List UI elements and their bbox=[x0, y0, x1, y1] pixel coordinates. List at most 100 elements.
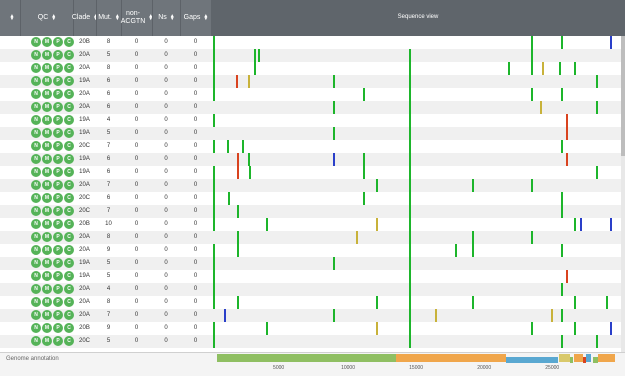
table-row[interactable]: N M P C 19A 6 0 0 0 bbox=[0, 153, 625, 166]
mutation-marker[interactable] bbox=[508, 62, 511, 75]
mutation-marker[interactable] bbox=[332, 75, 335, 88]
qc-badge[interactable]: P bbox=[53, 193, 63, 203]
qc-badge[interactable]: P bbox=[53, 284, 63, 294]
mutation-marker[interactable] bbox=[248, 153, 251, 166]
table-row[interactable]: N M P C 20A 6 0 0 0 bbox=[0, 101, 625, 114]
qc-badge[interactable]: N bbox=[31, 245, 41, 255]
qc-badge[interactable]: P bbox=[53, 297, 63, 307]
qc-badge[interactable]: M bbox=[42, 284, 52, 294]
gene-block[interactable] bbox=[597, 354, 615, 362]
mutation-marker[interactable] bbox=[213, 296, 215, 309]
mutation-marker[interactable] bbox=[213, 62, 215, 75]
mutation-marker[interactable] bbox=[596, 75, 599, 88]
qc-badge[interactable]: M bbox=[42, 323, 52, 333]
mutation-marker[interactable] bbox=[531, 322, 534, 335]
table-row[interactable]: N M P C 19A 5 0 0 0 bbox=[0, 257, 625, 270]
qc-badges[interactable]: NMPC bbox=[31, 219, 74, 229]
qc-badge[interactable]: P bbox=[53, 154, 63, 164]
qc-badge[interactable]: P bbox=[53, 63, 63, 73]
mutation-marker[interactable] bbox=[408, 140, 411, 153]
qc-badges[interactable]: NMPC bbox=[31, 323, 74, 333]
qc-badge[interactable]: N bbox=[31, 310, 41, 320]
qc-badge[interactable]: P bbox=[53, 50, 63, 60]
qc-badge[interactable]: N bbox=[31, 219, 41, 229]
mutation-marker[interactable] bbox=[236, 75, 239, 88]
qc-badge[interactable]: M bbox=[42, 128, 52, 138]
mutation-marker[interactable] bbox=[606, 296, 609, 309]
qc-badges[interactable]: NMPC bbox=[31, 271, 74, 281]
qc-badge[interactable]: P bbox=[53, 206, 63, 216]
mutation-marker[interactable] bbox=[408, 88, 411, 101]
mutation-marker[interactable] bbox=[213, 88, 215, 101]
qc-badge[interactable]: M bbox=[42, 76, 52, 86]
qc-badge[interactable]: P bbox=[53, 310, 63, 320]
qc-badges[interactable]: NMPC bbox=[31, 232, 74, 242]
mutation-marker[interactable] bbox=[408, 62, 411, 75]
ns-column-header[interactable]: Ns ▲ ▼ bbox=[152, 0, 180, 36]
mutation-marker[interactable] bbox=[408, 127, 411, 140]
qc-badges[interactable]: NMPC bbox=[31, 180, 74, 190]
mutation-marker[interactable] bbox=[332, 101, 335, 114]
qc-badge[interactable]: P bbox=[53, 128, 63, 138]
qc-badge[interactable]: M bbox=[42, 89, 52, 99]
table-row[interactable]: N M P C 19A 6 0 0 0 bbox=[0, 166, 625, 179]
qc-badges[interactable]: NMPC bbox=[31, 336, 74, 346]
mutation-marker[interactable] bbox=[213, 75, 215, 88]
mutation-marker[interactable] bbox=[362, 192, 365, 205]
qc-badge[interactable]: M bbox=[42, 219, 52, 229]
qc-badge[interactable]: N bbox=[31, 258, 41, 268]
row-toggle-header[interactable]: ▲ ▼ bbox=[0, 0, 20, 36]
mutation-marker[interactable] bbox=[573, 218, 576, 231]
mutation-marker[interactable] bbox=[213, 257, 215, 270]
qc-badge[interactable]: N bbox=[31, 128, 41, 138]
qc-badges[interactable]: NMPC bbox=[31, 102, 74, 112]
mutation-marker[interactable] bbox=[213, 244, 215, 257]
mutation-marker[interactable] bbox=[558, 62, 561, 75]
table-row[interactable]: N M P C 19A 4 0 0 0 bbox=[0, 114, 625, 127]
qc-badges[interactable]: NMPC bbox=[31, 141, 74, 151]
qc-badges[interactable]: NMPC bbox=[31, 128, 74, 138]
mutation-marker[interactable] bbox=[213, 205, 215, 218]
qc-badge[interactable]: N bbox=[31, 154, 41, 164]
mutation-marker[interactable] bbox=[550, 309, 553, 322]
qc-badge[interactable]: P bbox=[53, 89, 63, 99]
qc-badge[interactable]: M bbox=[42, 206, 52, 216]
qc-badge[interactable]: P bbox=[53, 141, 63, 151]
qc-badges[interactable]: NMPC bbox=[31, 297, 74, 307]
mutation-marker[interactable] bbox=[332, 127, 335, 140]
mutation-marker[interactable] bbox=[471, 244, 474, 257]
mutation-marker[interactable] bbox=[237, 296, 240, 309]
qc-badges[interactable]: NMPC bbox=[31, 50, 74, 60]
mutation-marker[interactable] bbox=[408, 322, 411, 335]
qc-badges[interactable]: NMPC bbox=[31, 63, 74, 73]
mutation-marker[interactable] bbox=[376, 218, 379, 231]
qc-badge[interactable]: N bbox=[31, 102, 41, 112]
qc-badge[interactable]: P bbox=[53, 232, 63, 242]
mutation-marker[interactable] bbox=[573, 322, 576, 335]
mutation-marker[interactable] bbox=[408, 192, 411, 205]
qc-badges[interactable]: NMPC bbox=[31, 310, 74, 320]
qc-badges[interactable]: NMPC bbox=[31, 206, 74, 216]
qc-badge[interactable]: M bbox=[42, 141, 52, 151]
qc-badge[interactable]: M bbox=[42, 180, 52, 190]
qc-badge[interactable]: N bbox=[31, 206, 41, 216]
qc-badges[interactable]: NMPC bbox=[31, 258, 74, 268]
mutation-marker[interactable] bbox=[565, 153, 568, 166]
qc-badge[interactable]: P bbox=[53, 167, 63, 177]
mutation-marker[interactable] bbox=[213, 36, 216, 49]
mutation-marker[interactable] bbox=[531, 36, 534, 49]
qc-badge[interactable]: M bbox=[42, 115, 52, 125]
mutation-marker[interactable] bbox=[213, 114, 215, 127]
qc-badge[interactable]: P bbox=[53, 76, 63, 86]
qc-badge[interactable]: N bbox=[31, 336, 41, 346]
mutation-marker[interactable] bbox=[213, 283, 215, 296]
qc-badge[interactable]: M bbox=[42, 310, 52, 320]
qc-badge[interactable]: P bbox=[53, 336, 63, 346]
clade-column-header[interactable]: Clade ▲▼ bbox=[72, 0, 98, 36]
mutation-marker[interactable] bbox=[565, 114, 568, 127]
mutation-marker[interactable] bbox=[408, 179, 411, 192]
mutation-marker[interactable] bbox=[573, 296, 576, 309]
mutation-marker[interactable] bbox=[408, 205, 411, 218]
mutation-marker[interactable] bbox=[376, 296, 379, 309]
mutation-marker[interactable] bbox=[408, 283, 411, 296]
